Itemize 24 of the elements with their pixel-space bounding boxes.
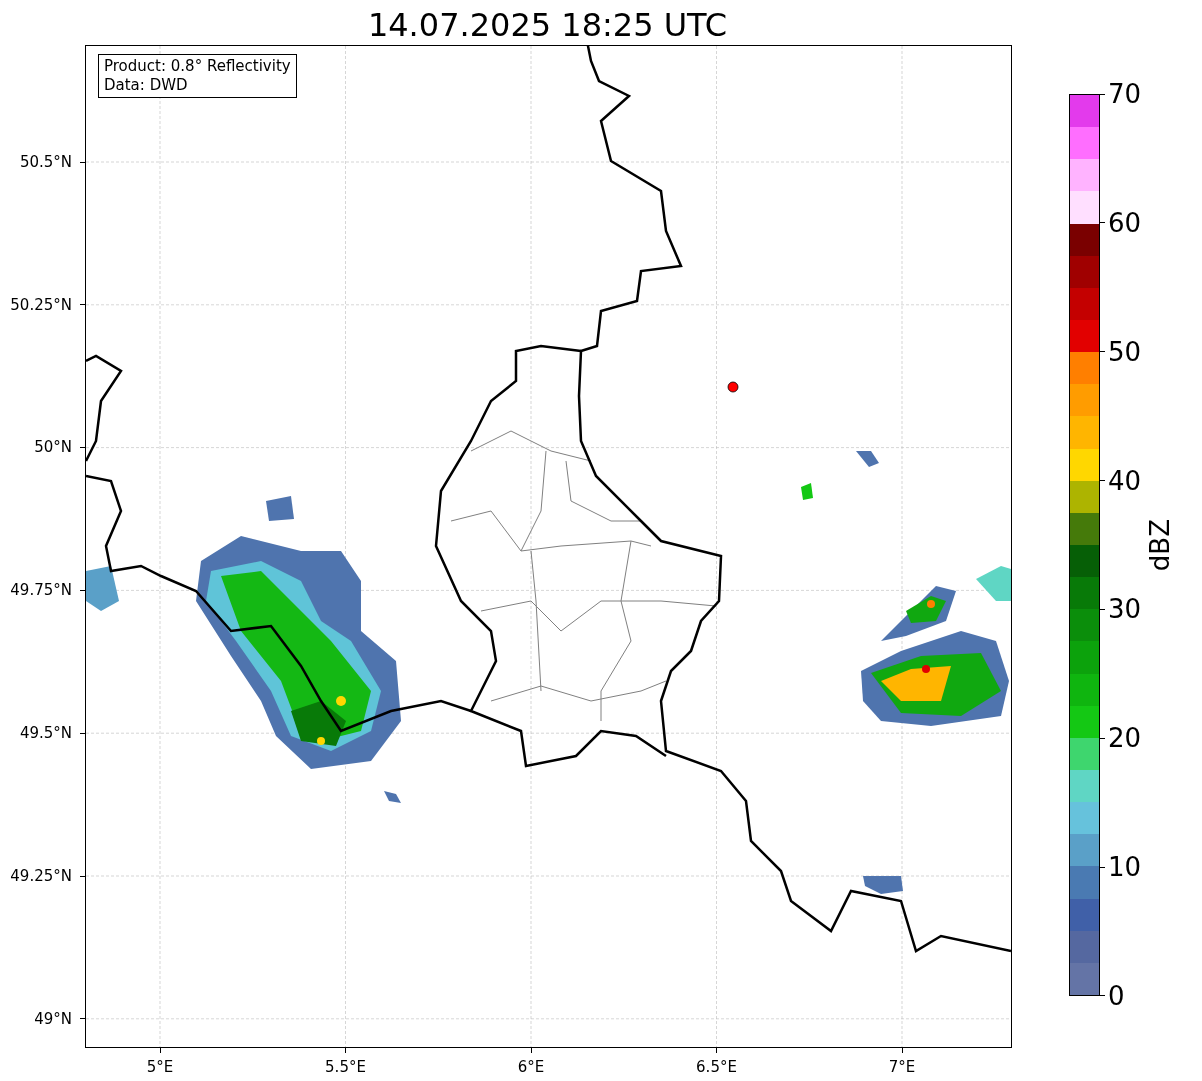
latitude-label: 49°N bbox=[34, 1008, 72, 1030]
colorbar-tick-label: 30 bbox=[1108, 596, 1142, 623]
longitude-label: 5°E bbox=[146, 1057, 174, 1078]
latitude-label: 49.75°N bbox=[10, 580, 72, 602]
longitude-label: 6.5°E bbox=[696, 1057, 737, 1078]
colorbar-tick-label: 40 bbox=[1108, 467, 1142, 494]
colorbar-tick-label: 70 bbox=[1108, 81, 1142, 107]
colorbar-tick-label: 60 bbox=[1108, 209, 1142, 236]
latitude-label: 49.5°N bbox=[19, 722, 72, 744]
longitude-label: 5.5°E bbox=[325, 1057, 366, 1078]
longitude-label: 7°E bbox=[888, 1057, 916, 1078]
colorbar-tick-label: 10 bbox=[1108, 854, 1142, 881]
info-text: Data: DWD bbox=[104, 76, 189, 95]
colorbar-tick-label: 0 bbox=[1108, 982, 1125, 1009]
colorbar-tick-label: 20 bbox=[1108, 725, 1142, 752]
latitude-label: 50°N bbox=[34, 437, 72, 459]
colorbar-label: dBZ bbox=[1145, 518, 1175, 572]
longitude-label: 6°E bbox=[517, 1057, 545, 1078]
latitude-label: 49.25°N bbox=[10, 865, 72, 887]
chart-title: 14.07.2025 18:25 UTC bbox=[367, 9, 728, 45]
colorbar-tick-label: 50 bbox=[1108, 338, 1142, 365]
latitude-label: 50.5°N bbox=[19, 151, 72, 173]
info-text: Product: 0.8° Reflectivity bbox=[104, 57, 291, 76]
latitude-label: 50.25°N bbox=[10, 294, 72, 316]
